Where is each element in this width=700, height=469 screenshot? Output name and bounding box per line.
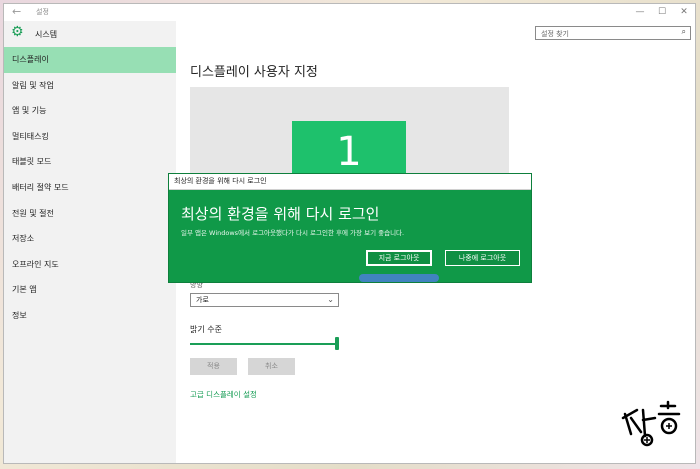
sidebar-item-default-apps[interactable]: 기본 앱 [4, 277, 176, 303]
advanced-display-settings-link[interactable]: 고급 디스플레이 설정 [190, 389, 257, 400]
sidebar-item-battery-saver[interactable]: 배터리 절약 모드 [4, 175, 176, 201]
search-box[interactable]: 설정 찾기 ⌕ [535, 26, 691, 40]
brightness-label: 밝기 수준 [190, 325, 222, 334]
back-arrow-icon[interactable]: ← [12, 5, 21, 18]
orientation-select[interactable]: 가로 ⌄ [190, 293, 339, 307]
chevron-down-icon: ⌄ [327, 295, 334, 304]
sidebar-item-tablet-mode[interactable]: 태블릿 모드 [4, 149, 176, 175]
close-button[interactable]: ✕ [673, 4, 695, 21]
sidebar-header: ⚙ 시스템 [4, 21, 176, 47]
dialog-heading: 최상의 환경을 위해 다시 로그인 [181, 205, 380, 223]
dialog-title: 최상의 환경을 위해 다시 로그인 [169, 174, 531, 190]
brightness-slider-track[interactable] [190, 343, 337, 345]
search-icon: ⌕ [681, 27, 686, 36]
window-title: 설정 [36, 8, 49, 16]
sidebar-item-multitasking[interactable]: 멀티태스킹 [4, 124, 176, 150]
sidebar-item-about[interactable]: 정보 [4, 303, 176, 329]
sign-out-later-button[interactable]: 나중에 로그아웃 [445, 250, 520, 266]
sign-out-now-button[interactable]: 지금 로그아웃 [366, 250, 432, 266]
sidebar-item-display[interactable]: 디스플레이 [4, 47, 176, 73]
minimize-button[interactable]: — [629, 4, 651, 21]
dialog-message: 일부 앱은 Windows에서 로그아웃했다가 다시 로그인한 후에 가장 보기… [181, 229, 405, 237]
title-bar: ← 설정 — ☐ ✕ [4, 4, 695, 21]
apply-button[interactable]: 적용 [190, 358, 237, 375]
orientation-value: 가로 [196, 296, 209, 304]
signin-again-dialog: 최상의 환경을 위해 다시 로그인 최상의 환경을 위해 다시 로그인 일부 앱… [168, 173, 532, 283]
highlight-mark [359, 274, 439, 282]
handwritten-signature [621, 400, 681, 447]
sidebar-item-storage[interactable]: 저장소 [4, 226, 176, 252]
cancel-button[interactable]: 취소 [248, 358, 295, 375]
gear-icon: ⚙ [11, 24, 24, 40]
sidebar-item-offline-maps[interactable]: 오프라인 지도 [4, 252, 176, 278]
sidebar-nav: 디스플레이 알림 및 작업 앱 및 기능 멀티태스킹 태블릿 모드 배터리 절약… [4, 47, 176, 329]
brightness-slider-thumb[interactable] [335, 337, 339, 350]
sidebar-header-label: 시스템 [35, 30, 58, 39]
maximize-button[interactable]: ☐ [651, 4, 673, 21]
sidebar-item-notifications[interactable]: 알림 및 작업 [4, 73, 176, 99]
sidebar: ⚙ 시스템 디스플레이 알림 및 작업 앱 및 기능 멀티태스킹 태블릿 모드 … [4, 21, 176, 463]
search-placeholder: 설정 찾기 [541, 30, 569, 38]
page-title: 디스플레이 사용자 지정 [190, 65, 318, 80]
sidebar-item-apps[interactable]: 앱 및 기능 [4, 98, 176, 124]
sidebar-item-power-sleep[interactable]: 전원 및 절전 [4, 201, 176, 227]
